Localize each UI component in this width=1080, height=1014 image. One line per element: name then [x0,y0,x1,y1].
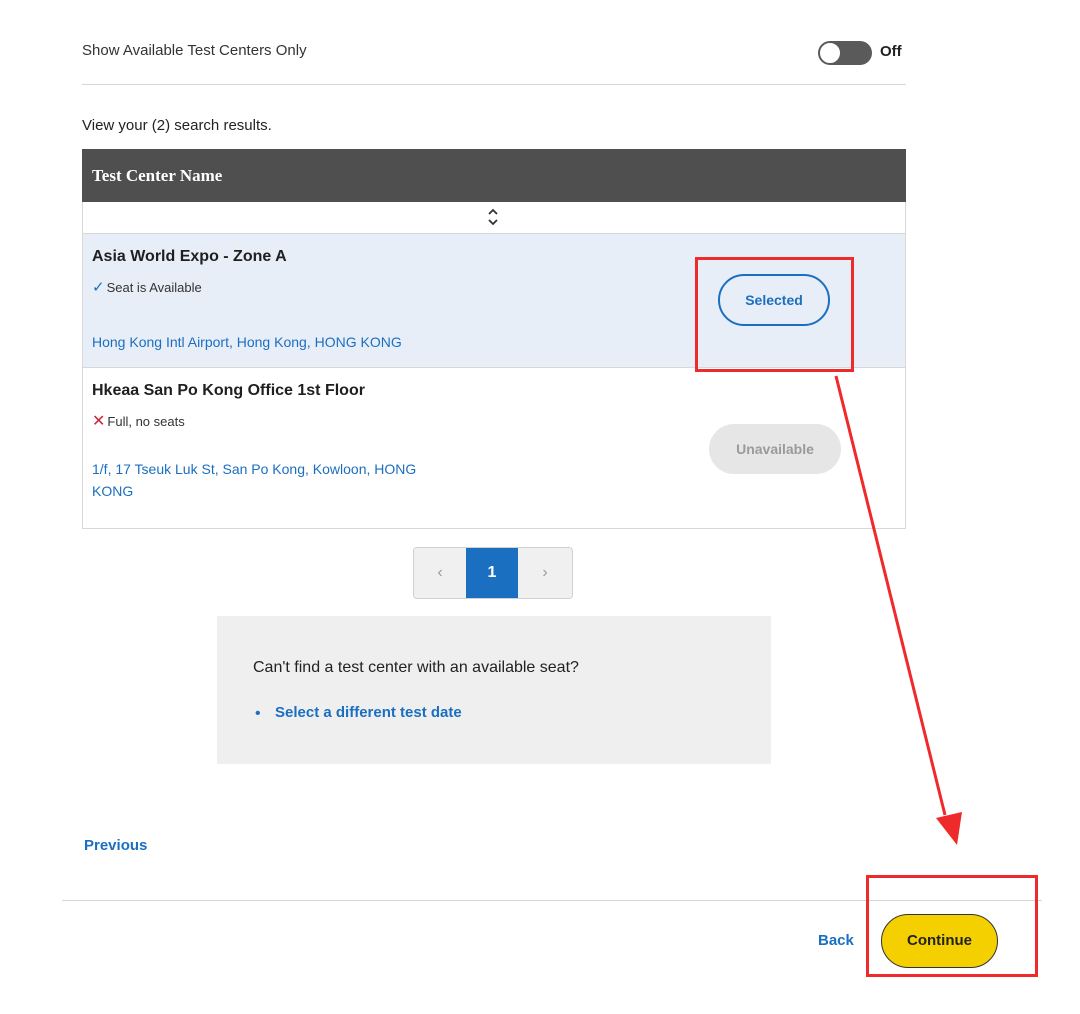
toggle-state-label: Off [880,43,902,60]
next-page-button[interactable]: › [518,548,572,598]
pagination: ‹ 1 › [413,547,573,599]
highlight-box-continue [866,875,1038,977]
available-only-label: Show Available Test Centers Only [82,42,307,59]
x-icon: ✕ [92,413,106,430]
seat-status: ✓ Seat is Available [92,278,202,296]
bullet-icon: • [255,705,261,722]
test-center-name: Asia World Expo - Zone A [92,248,287,265]
address-line: KONG [92,483,134,499]
page-1-button[interactable]: 1 [466,548,518,598]
test-center-name: Hkeaa San Po Kong Office 1st Floor [92,382,365,399]
prev-page-button[interactable]: ‹ [414,548,466,598]
results-count: View your (2) search results. [82,117,272,134]
seat-status-text: Seat is Available [106,280,202,295]
select-different-date-link[interactable]: Select a different test date [275,704,462,721]
test-center-address[interactable]: Hong Kong Intl Airport, Hong Kong, HONG … [92,331,402,353]
back-link[interactable]: Back [818,932,854,949]
sort-row [83,202,905,234]
sort-icon[interactable] [486,206,500,228]
table-row: Hkeaa San Po Kong Office 1st Floor ✕ Full… [83,368,905,528]
available-only-toggle[interactable] [818,41,872,65]
table-header: Test Center Name [82,149,906,202]
column-header-test-center-name: Test Center Name [92,166,223,185]
divider [82,84,906,85]
previous-link[interactable]: Previous [84,837,147,854]
seat-status-text: Full, no seats [107,414,185,429]
help-question: Can't find a test center with an availab… [253,659,579,676]
check-icon: ✓ [92,279,105,296]
address-line: Hong Kong Intl Airport, Hong Kong, HONG … [92,334,402,350]
seat-status: ✕ Full, no seats [92,411,185,431]
unavailable-button: Unavailable [709,424,841,474]
test-center-address[interactable]: 1/f, 17 Tseuk Luk St, San Po Kong, Kowlo… [92,458,416,502]
highlight-box-selected [695,257,854,372]
address-line: 1/f, 17 Tseuk Luk St, San Po Kong, Kowlo… [92,461,417,477]
help-box: Can't find a test center with an availab… [217,616,771,764]
toggle-knob [819,42,841,64]
